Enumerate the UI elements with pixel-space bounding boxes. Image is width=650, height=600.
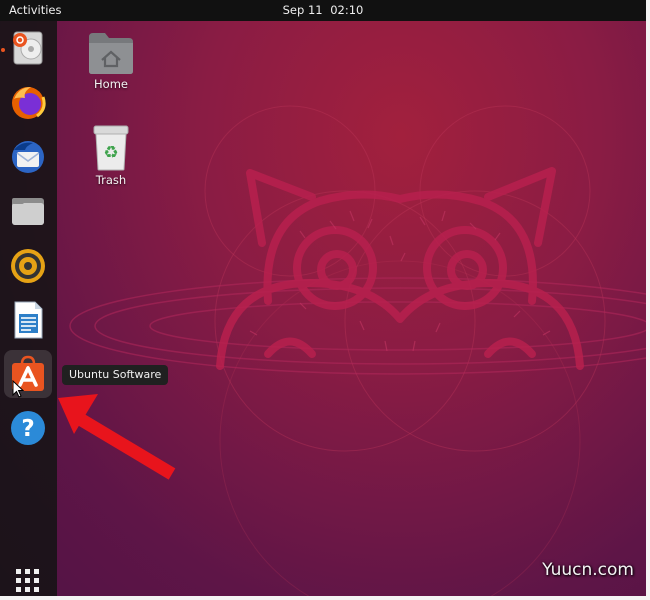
dock-item-firefox[interactable] [4,78,52,126]
dock-item-help[interactable]: ? [4,404,52,452]
ubuntu-installer-icon [13,31,43,65]
clock-date: Sep 11 [282,3,323,17]
dock-item-ubuntu-installer[interactable] [4,24,52,72]
desktop-item-home-label: Home [94,77,128,91]
help-icon: ? [11,411,45,445]
clock-button[interactable]: Sep 11 02:10 [0,3,646,17]
wallpaper-illustration [69,105,646,596]
writer-icon [14,301,43,339]
clock-time: 02:10 [330,3,364,17]
apps-grid-icon[interactable] [16,569,40,593]
top-bar: Activities Sep 11 02:10 [0,0,646,21]
watermark: Yuucn.com [542,560,634,580]
desktop[interactable]: Home ♻ Trash Yuucn.com [0,21,646,596]
dock-item-files[interactable] [4,187,52,235]
dock-item-thunderbird[interactable] [4,133,52,181]
home-folder-icon [89,33,133,74]
running-indicator [1,48,5,52]
trash-icon: ♻ [93,125,129,171]
annotation-arrow [58,394,176,480]
dock-item-libreoffice-writer[interactable] [4,296,52,344]
dock: ? [0,21,57,596]
dock-tooltip: Ubuntu Software [62,365,169,385]
desktop-item-home[interactable]: Home [76,31,146,91]
rhythmbox-icon [11,249,45,283]
mouse-cursor [12,380,24,398]
svg-text:♻: ♻ [103,143,118,163]
screen: Activities Sep 11 02:10 Home ♻ Trash Yuu… [0,0,650,600]
files-icon [12,198,44,225]
firefox-icon [12,87,46,119]
desktop-item-trash-label: Trash [95,173,127,187]
desktop-item-trash[interactable]: ♻ Trash [76,125,146,187]
svg-text:?: ? [21,416,34,442]
dock-item-rhythmbox[interactable] [4,242,52,290]
thunderbird-icon [12,141,44,173]
